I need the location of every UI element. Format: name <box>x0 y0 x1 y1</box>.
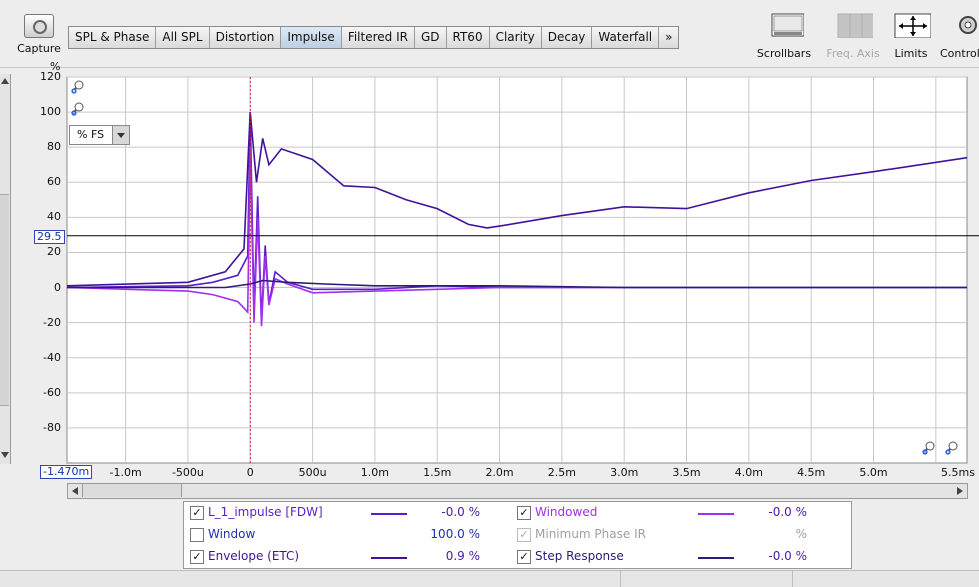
cursor-x-readout: -1.470m <box>40 465 93 479</box>
trace-legend: ✓ L_1_impulse [FDW] -0.0 % ✓ Windowed -0.0 % W… <box>183 501 852 569</box>
zoom-in-icon[interactable] <box>71 80 85 94</box>
scrollbars-button[interactable]: Scrollbars <box>754 12 814 60</box>
tab-gd[interactable]: GD <box>414 27 447 48</box>
tab-distortion[interactable]: Distortion <box>209 27 282 48</box>
scroll-left-icon[interactable] <box>72 487 78 495</box>
legend-value: -0.0 % <box>768 549 807 563</box>
scroll-right-icon[interactable] <box>957 487 963 495</box>
horizontal-scroll-thumb[interactable] <box>82 484 182 497</box>
legend-item: ✓ Envelope (ETC) 0.9 % <box>190 548 510 568</box>
legend-name: Window <box>208 527 256 541</box>
legend-checkbox[interactable]: ✓ <box>190 550 204 564</box>
status-bar <box>0 570 979 587</box>
status-divider <box>792 571 793 587</box>
limits-button[interactable]: Limits <box>888 12 934 60</box>
legend-checkbox[interactable] <box>190 528 204 542</box>
legend-item: ✓ Windowed -0.0 % <box>517 504 837 524</box>
y-unit-select-value: % FS <box>77 128 105 141</box>
y-unit-select[interactable]: % FS <box>69 125 130 145</box>
legend-value: -0.0 % <box>441 505 480 519</box>
legend-swatch <box>698 513 734 515</box>
legend-item: Window 100.0 % <box>190 526 510 546</box>
tab-impulse[interactable]: Impulse <box>281 27 342 48</box>
gear-icon <box>959 16 977 34</box>
legend-item: ✓ L_1_impulse [FDW] -0.0 % <box>190 504 510 524</box>
tab-all-spl[interactable]: All SPL <box>156 27 210 48</box>
tab-filtered-ir[interactable]: Filtered IR <box>341 27 415 48</box>
limits-label: Limits <box>894 47 928 60</box>
horizontal-scrollbar[interactable] <box>67 483 968 499</box>
cursor-y-readout: 29.5 <box>34 230 65 244</box>
legend-swatch <box>371 513 407 515</box>
freq-axis-button[interactable]: Freq. Axis <box>822 12 884 60</box>
legend-checkbox[interactable]: ✓ <box>517 550 531 564</box>
x-zoom-out-icon[interactable] <box>922 441 936 455</box>
legend-item: ✓ Minimum Phase IR% <box>517 526 837 546</box>
tab-decay[interactable]: Decay <box>541 27 593 48</box>
freq-axis-icon <box>837 13 875 39</box>
tab-waterfall[interactable]: Waterfall <box>592 27 660 48</box>
scrollbars-icon <box>771 13 805 37</box>
legend-name: Step Response <box>535 549 624 563</box>
legend-name: Windowed <box>535 505 598 519</box>
zoom-out-icon[interactable] <box>71 102 85 116</box>
freq-axis-label: Freq. Axis <box>826 47 880 60</box>
limits-icon <box>894 13 932 39</box>
legend-item: ✓ Step Response -0.0 % <box>517 548 837 568</box>
legend-checkbox[interactable]: ✓ <box>517 528 531 542</box>
legend-name: Envelope (ETC) <box>208 549 300 563</box>
capture-button[interactable]: Capture <box>14 14 64 58</box>
tab-spl-phase[interactable]: SPL & Phase <box>69 27 157 48</box>
plot-area <box>66 76 968 464</box>
legend-value: -0.0 % <box>768 505 807 519</box>
legend-swatch <box>698 557 734 559</box>
x-zoom-in-icon[interactable] <box>945 441 959 455</box>
legend-checkbox[interactable]: ✓ <box>517 506 531 520</box>
legend-name: L_1_impulse [FDW] <box>208 505 323 519</box>
legend-value: % <box>795 527 807 541</box>
impulse-plot[interactable] <box>0 60 979 480</box>
legend-swatch <box>371 557 407 559</box>
more-tabs-icon[interactable]: » <box>659 27 679 48</box>
graph-tabs: SPL & Phase All SPL Distortion Impulse Filte… <box>68 26 680 49</box>
controls-button[interactable]: Controls <box>940 12 979 60</box>
legend-checkbox[interactable]: ✓ <box>190 506 204 520</box>
capture-label: Capture <box>17 42 61 55</box>
legend-value: 0.9 % <box>445 549 480 563</box>
status-divider <box>620 571 621 587</box>
controls-label: Controls <box>940 47 979 60</box>
legend-name: Minimum Phase IR <box>535 527 646 541</box>
chevron-down-icon[interactable] <box>112 126 129 144</box>
camera-icon <box>24 14 54 38</box>
scrollbars-label: Scrollbars <box>756 47 812 60</box>
tab-clarity[interactable]: Clarity <box>489 27 542 48</box>
legend-value: 100.0 % <box>430 527 480 541</box>
tab-rt60[interactable]: RT60 <box>446 27 490 48</box>
